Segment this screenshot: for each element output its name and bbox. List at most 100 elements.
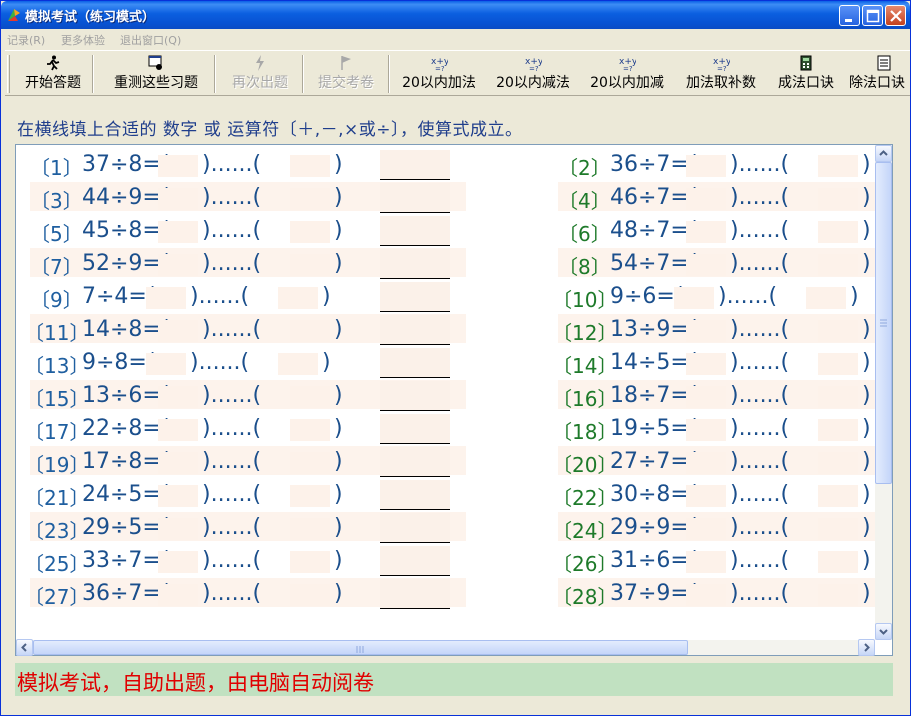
scroll-left-button[interactable]	[16, 639, 33, 656]
quotient-input[interactable]	[158, 584, 198, 606]
answer-blank[interactable]	[380, 579, 450, 609]
problem-ellipsis: )......(	[718, 284, 778, 309]
remainder-input[interactable]	[290, 551, 330, 573]
quotient-input[interactable]	[674, 287, 714, 309]
quotient-input[interactable]	[686, 320, 726, 342]
answer-blank[interactable]	[380, 150, 450, 180]
quotient-input[interactable]	[158, 551, 198, 573]
remainder-input[interactable]	[290, 419, 330, 441]
answer-blank[interactable]	[380, 480, 450, 510]
vertical-scrollbar[interactable]	[875, 145, 892, 640]
horizontal-scrollbar[interactable]	[16, 639, 875, 656]
remainder-input[interactable]	[818, 452, 858, 474]
vertical-scroll-thumb[interactable]	[875, 162, 892, 484]
add-within-20-button[interactable]: x+y =? 20以内加法	[393, 53, 485, 95]
subtract-within-20-button[interactable]: x+y =? 20以内减法	[487, 53, 579, 95]
minimize-button[interactable]	[839, 5, 860, 26]
answer-blank[interactable]	[380, 348, 450, 378]
answer-blank[interactable]	[380, 513, 450, 543]
division-table-button[interactable]: 除法口诀	[845, 53, 910, 95]
retest-button[interactable]: 重测这些习题	[101, 53, 211, 95]
quotient-input[interactable]	[158, 518, 198, 540]
quotient-input[interactable]	[158, 221, 198, 243]
quotient-input[interactable]	[686, 518, 726, 540]
problem-row: 〔2〕 36÷7=()......()	[558, 149, 875, 180]
quotient-input[interactable]	[146, 353, 186, 375]
scroll-right-button[interactable]	[858, 639, 875, 656]
quotient-input[interactable]	[158, 386, 198, 408]
add-subtract-within-20-button[interactable]: x+y =? 20以内加减	[581, 53, 673, 95]
remainder-input[interactable]	[290, 584, 330, 606]
remainder-input[interactable]	[818, 155, 858, 177]
multiplication-table-button[interactable]: 成法口诀	[769, 53, 843, 95]
quotient-input[interactable]	[158, 419, 198, 441]
menu-more-experience[interactable]: 更多体验	[61, 32, 105, 48]
quotient-input[interactable]	[686, 419, 726, 441]
start-answer-button[interactable]: 开始答题	[17, 53, 89, 95]
regenerate-button[interactable]: 再次出题	[221, 53, 299, 95]
remainder-input[interactable]	[290, 188, 330, 210]
remainder-input[interactable]	[290, 386, 330, 408]
answer-blank[interactable]	[380, 249, 450, 279]
submit-exam-button[interactable]: 提交考卷	[307, 53, 385, 95]
add-complement-button[interactable]: x+y =? 加法取补数	[675, 53, 767, 95]
remainder-input[interactable]	[818, 254, 858, 276]
remainder-input[interactable]	[290, 452, 330, 474]
remainder-input[interactable]	[806, 287, 846, 309]
quotient-input[interactable]	[158, 188, 198, 210]
horizontal-scroll-thumb[interactable]	[33, 640, 688, 655]
quotient-input[interactable]	[686, 584, 726, 606]
remainder-input[interactable]	[278, 353, 318, 375]
quotient-input[interactable]	[686, 353, 726, 375]
remainder-input[interactable]	[818, 584, 858, 606]
answer-blank[interactable]	[380, 282, 450, 312]
quotient-input[interactable]	[158, 254, 198, 276]
remainder-input[interactable]	[290, 320, 330, 342]
remainder-input[interactable]	[818, 419, 858, 441]
title-bar[interactable]: 模拟考试（练习模式）	[1, 1, 910, 29]
quotient-input[interactable]	[686, 452, 726, 474]
remainder-input[interactable]	[290, 518, 330, 540]
quotient-input[interactable]	[158, 155, 198, 177]
remainder-input[interactable]	[818, 551, 858, 573]
remainder-input[interactable]	[818, 518, 858, 540]
remainder-input[interactable]	[818, 353, 858, 375]
quotient-input[interactable]	[686, 485, 726, 507]
remainder-input[interactable]	[290, 221, 330, 243]
quotient-input[interactable]	[158, 320, 198, 342]
answer-blank[interactable]	[380, 447, 450, 477]
scroll-down-button[interactable]	[875, 623, 892, 640]
problem-expression: 45÷8=(	[82, 218, 170, 243]
answer-blank[interactable]	[380, 183, 450, 213]
quotient-input[interactable]	[686, 221, 726, 243]
close-button[interactable]	[885, 5, 906, 26]
answer-blank[interactable]	[380, 216, 450, 246]
maximize-button[interactable]	[862, 5, 883, 26]
quotient-input[interactable]	[146, 287, 186, 309]
remainder-input[interactable]	[290, 254, 330, 276]
remainder-input[interactable]	[818, 188, 858, 210]
answer-blank[interactable]	[380, 381, 450, 411]
menu-bar: 记录(R) 更多体验 退出窗口(Q)	[1, 29, 910, 49]
remainder-input[interactable]	[290, 485, 330, 507]
quotient-input[interactable]	[686, 155, 726, 177]
quotient-input[interactable]	[158, 452, 198, 474]
scroll-up-button[interactable]	[875, 145, 892, 162]
menu-exit-window[interactable]: 退出窗口(Q)	[120, 32, 181, 48]
quotient-input[interactable]	[686, 386, 726, 408]
menu-record[interactable]: 记录(R)	[7, 32, 45, 48]
answer-blank[interactable]	[380, 414, 450, 444]
remainder-input[interactable]	[818, 320, 858, 342]
remainder-input[interactable]	[290, 155, 330, 177]
answer-blank[interactable]	[380, 546, 450, 576]
toolbar-grip[interactable]	[7, 55, 10, 93]
remainder-input[interactable]	[818, 386, 858, 408]
quotient-input[interactable]	[158, 485, 198, 507]
quotient-input[interactable]	[686, 254, 726, 276]
remainder-input[interactable]	[278, 287, 318, 309]
quotient-input[interactable]	[686, 188, 726, 210]
answer-blank[interactable]	[380, 315, 450, 345]
remainder-input[interactable]	[818, 221, 858, 243]
quotient-input[interactable]	[686, 551, 726, 573]
remainder-input[interactable]	[818, 485, 858, 507]
